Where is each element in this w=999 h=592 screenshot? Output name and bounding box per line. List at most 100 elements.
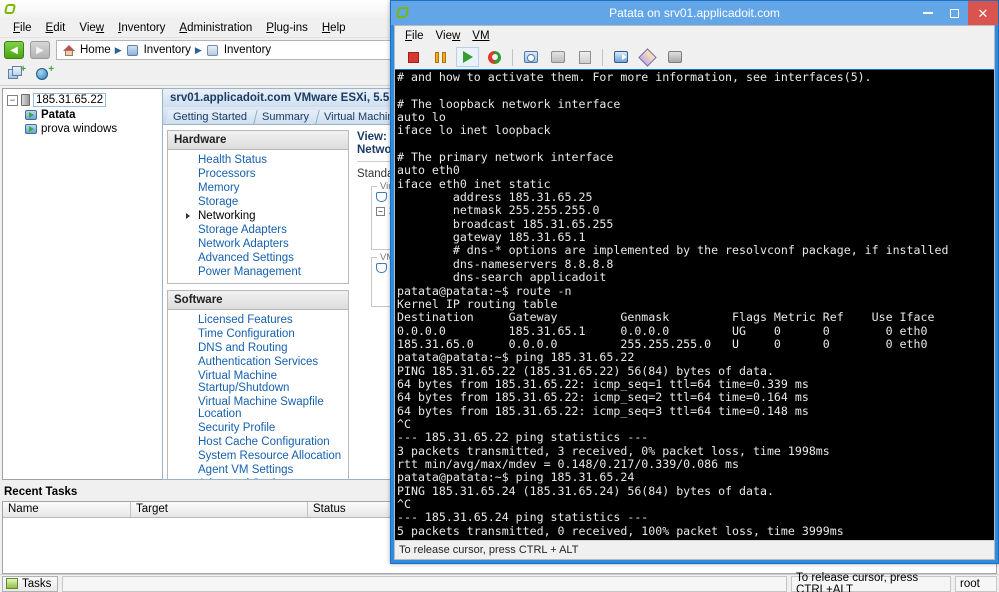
sidebar-item-networking-label: Networking [198, 210, 256, 222]
collapse-icon[interactable]: − [7, 94, 18, 106]
console-line: patata@patata:~$ ping 185.31.65.22 [397, 350, 635, 365]
new-network-icon[interactable]: + [36, 64, 54, 82]
vm-console-screen[interactable]: # and how to activate them. For more inf… [395, 70, 994, 540]
toolbar-separator-1 [512, 48, 513, 66]
revert-snapshot-icon[interactable] [573, 47, 596, 67]
breadcrumb-inventory-2[interactable]: Inventory [224, 44, 271, 56]
sidebar-item-power-management[interactable]: Power Management [168, 265, 348, 279]
inventory-icon [126, 44, 140, 57]
sidebar-item-processors[interactable]: Processors [168, 167, 348, 181]
tab-summary[interactable]: Summary [254, 110, 320, 124]
install-vmware-tools-icon[interactable] [663, 47, 686, 67]
menu-administration[interactable]: Administration [172, 20, 259, 36]
reset-icon[interactable] [483, 47, 506, 67]
breadcrumb-chevron-icon: ▶ [114, 44, 122, 55]
console-line: address 185.31.65.25 [397, 190, 593, 205]
tasks-button[interactable]: Tasks [2, 575, 59, 592]
sidebar-item-licensed-features[interactable]: Licensed Features [168, 313, 348, 327]
port-group-icon [376, 192, 387, 202]
console-line: ^C [397, 416, 411, 431]
sidebar-item-time-configuration[interactable]: Time Configuration [168, 327, 348, 341]
vsphere-logo-icon-console [395, 6, 410, 20]
selection-arrow-icon [186, 213, 190, 219]
power-off-icon[interactable] [402, 47, 425, 67]
console-line: --- 185.31.65.22 ping statistics --- [397, 430, 649, 445]
screen-root: FFileile Edit View Inventory Administrat… [0, 0, 999, 592]
take-snapshot-icon[interactable] [519, 47, 542, 67]
back-arrow-icon[interactable]: ◀ [4, 41, 24, 59]
port-group-icon-2 [376, 263, 387, 273]
tree-item-host[interactable]: − 185.31.65.22 [3, 89, 162, 108]
sidebar-item-storage[interactable]: Storage [168, 195, 348, 209]
sidebar-item-health-status[interactable]: Health Status [168, 153, 348, 167]
toolbar-separator-2 [602, 48, 603, 66]
sidebar-item-dns-and-routing[interactable]: DNS and Routing [168, 341, 348, 355]
vm-powered-on-icon-2 [25, 123, 38, 135]
sidebar-item-security-profile[interactable]: Security Profile [168, 421, 348, 435]
vm-console-titlebar[interactable]: Patata on srv01.applicadoit.com ✕ [391, 1, 998, 25]
menu-help[interactable]: Help [315, 20, 353, 36]
tab-summary-label: Summary [262, 111, 310, 123]
sidebar-item-vm-startup-shutdown[interactable]: Virtual Machine Startup/Shutdown [168, 369, 348, 395]
tree-item-patata[interactable]: Patata [3, 108, 162, 122]
sidebar-item-agent-vm-settings[interactable]: Agent VM Settings [168, 463, 348, 477]
tab-getting-started[interactable]: Getting Started [165, 110, 258, 124]
menu-inventory[interactable]: Inventory [111, 20, 172, 36]
console-line: dns-nameservers 8.8.8.8 [397, 256, 614, 271]
console-line: ^C [397, 497, 411, 511]
sidebar-item-networking[interactable]: Networking [168, 209, 348, 223]
forward-arrow-icon[interactable]: ▶ [30, 41, 50, 59]
sidebar-item-host-cache-configuration[interactable]: Host Cache Configuration [168, 435, 348, 449]
sidebar-item-network-adapters[interactable]: Network Adapters [168, 237, 348, 251]
vsphere-statusbar: Tasks To release cursor, press CTRL+ALT … [0, 572, 999, 592]
column-header-name[interactable]: Name [3, 502, 131, 517]
status-user: root [955, 575, 997, 592]
sidebar-item-memory[interactable]: Memory [168, 181, 348, 195]
minimize-icon[interactable] [914, 1, 941, 25]
menu-edit[interactable]: Edit [39, 20, 73, 36]
send-ctrl-alt-del-icon[interactable] [609, 47, 632, 67]
snapshot-manager-icon[interactable] [546, 47, 569, 67]
vm-console-toolbar [395, 45, 994, 70]
inventory-tree: − 185.31.65.22 Patata prova windows [2, 88, 162, 480]
vm-menu-view[interactable]: View [430, 29, 467, 43]
fullscreen-icon[interactable] [636, 47, 659, 67]
menu-view[interactable]: View [72, 20, 111, 36]
expand-icon[interactable]: − [376, 206, 385, 216]
console-line: # and how to activate them. For more inf… [397, 70, 872, 84]
console-line: --- 185.31.65.24 ping statistics --- [397, 510, 649, 525]
breadcrumb-inventory-1[interactable]: Inventory [144, 44, 191, 56]
sidebar-item-authentication-services[interactable]: Authentication Services [168, 355, 348, 369]
vm-menu-file[interactable]: File [399, 29, 430, 43]
sidebar-item-system-resource-allocation[interactable]: System Resource Allocation [168, 449, 348, 463]
column-header-target[interactable]: Target [131, 502, 308, 517]
tree-item-prova-windows-label: prova windows [41, 123, 118, 135]
tab-getting-started-label: Getting Started [173, 111, 247, 123]
suspend-icon[interactable] [429, 47, 452, 67]
breadcrumb-chevron-icon-2: ▶ [194, 44, 202, 55]
sidebar-item-storage-adapters[interactable]: Storage Adapters [168, 223, 348, 237]
software-list: Licensed Features Time Configuration DNS… [168, 310, 348, 479]
console-line: patata@patata:~$ ping 185.31.65.24 [397, 470, 635, 485]
sidebar-item-advanced-settings[interactable]: Advanced Settings [168, 251, 348, 265]
menu-file[interactable]: FFileile [6, 20, 39, 36]
close-icon[interactable]: ✕ [968, 1, 998, 25]
sidebar-item-advanced-settings-software[interactable]: Advanced Settings [168, 477, 348, 479]
maximize-icon[interactable] [941, 1, 968, 25]
vsphere-logo-icon [3, 3, 17, 16]
sidebar-item-vm-swapfile-location[interactable]: Virtual Machine Swapfile Location [168, 395, 348, 421]
menu-plugins[interactable]: Plug-ins [259, 20, 315, 36]
tree-item-prova-windows[interactable]: prova windows [3, 122, 162, 136]
new-vm-icon[interactable]: + [8, 64, 26, 82]
console-line: iface eth0 inet static [397, 176, 551, 191]
console-line: iface lo inet loopback [397, 123, 551, 138]
console-line: netmask 255.255.255.0 [397, 203, 600, 218]
tree-item-host-label: 185.31.65.22 [33, 93, 107, 107]
breadcrumb-home[interactable]: Home [80, 44, 111, 56]
power-on-icon[interactable] [456, 47, 479, 67]
inventory-icon-2 [206, 44, 220, 57]
vm-menu-vm[interactable]: VM [466, 29, 495, 43]
console-line: auto eth0 [397, 163, 460, 178]
